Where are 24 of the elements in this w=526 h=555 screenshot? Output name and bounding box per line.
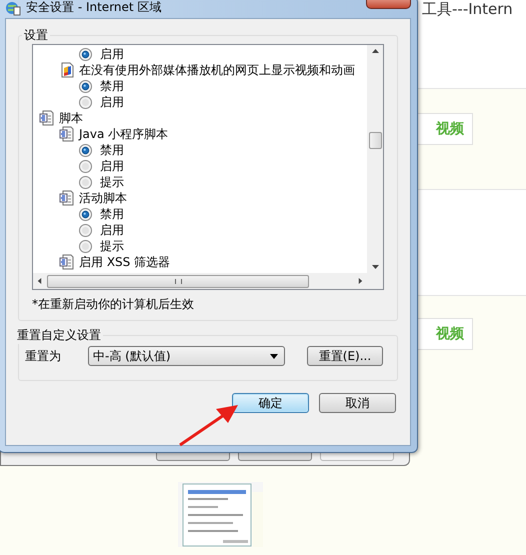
option-label: 禁用 (100, 142, 124, 158)
window-title: 安全设置 - Internet 区域 (26, 0, 162, 16)
ok-button[interactable]: 确定 (232, 393, 309, 413)
option-label: 禁用 (100, 78, 124, 94)
reset-label: 重置为 (25, 348, 62, 365)
option-label: 启用 (100, 222, 124, 238)
reset-button[interactable]: 重置(E)... (307, 346, 383, 366)
page-heading: 工具---Intern (422, 0, 514, 19)
cancel-button[interactable]: 取消 (319, 393, 396, 413)
option-label: 禁用 (100, 206, 124, 222)
level-dropdown[interactable]: 中-高 (默认值) (88, 346, 285, 366)
setting-label: Java 小程序脚本 (79, 126, 168, 142)
setting-label: 在没有使用外部媒体播放机的网页上显示视频和动画 (79, 62, 355, 78)
option-label: 启用 (100, 94, 124, 110)
group-title: 重置自定义设置 (16, 327, 102, 344)
setting-label: 活动脚本 (79, 190, 127, 206)
option-label: 提示 (100, 174, 124, 190)
group-title: 设置 (23, 27, 49, 44)
restart-note: *在重新启动你的计算机后生效 (32, 296, 195, 313)
option-label: 启用 (100, 46, 124, 62)
option-label: 提示 (100, 238, 124, 254)
category-label: 脚本 (59, 110, 83, 126)
option-label: 启用 (100, 158, 124, 174)
setting-label: 启用 XSS 筛选器 (79, 254, 170, 270)
